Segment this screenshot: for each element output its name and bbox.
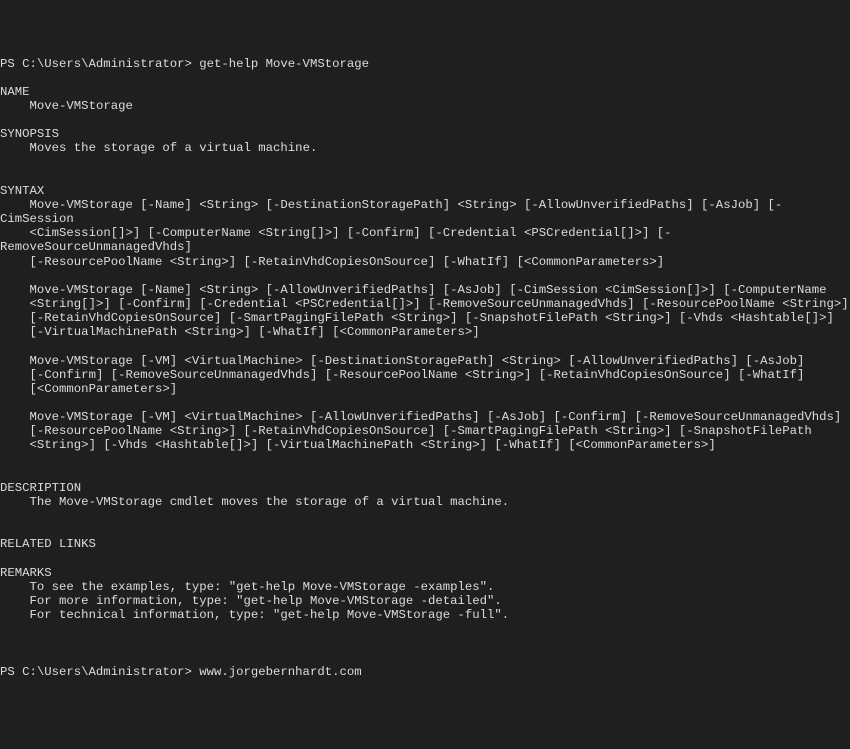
section-header-related-links: RELATED LINKS xyxy=(0,537,96,551)
remarks-line: For technical information, type: "get-he… xyxy=(0,608,509,622)
syntax-line: <String[]>] [-Confirm] [-Credential <PSC… xyxy=(0,297,849,311)
section-header-description: DESCRIPTION xyxy=(0,481,81,495)
syntax-line: Move-VMStorage [-VM] <VirtualMachine> [-… xyxy=(0,410,841,424)
description-value: The Move-VMStorage cmdlet moves the stor… xyxy=(0,495,509,509)
synopsis-value: Moves the storage of a virtual machine. xyxy=(0,141,317,155)
syntax-line: [-Confirm] [-RemoveSourceUnmanagedVhds] … xyxy=(0,368,804,382)
ps-prompt: PS C:\Users\Administrator> xyxy=(0,665,199,679)
section-header-synopsis: SYNOPSIS xyxy=(0,127,59,141)
syntax-line: <CimSession[]>] [-ComputerName <String[]… xyxy=(0,226,672,254)
name-value: Move-VMStorage xyxy=(0,99,133,113)
command-text: www.jorgebernhardt.com xyxy=(199,665,361,679)
syntax-line: [<CommonParameters>] xyxy=(0,382,177,396)
syntax-line: <String>] [-Vhds <Hashtable[]>] [-Virtua… xyxy=(0,438,716,452)
terminal-output[interactable]: PS C:\Users\Administrator> get-help Move… xyxy=(0,57,850,679)
section-header-name: NAME xyxy=(0,85,30,99)
section-header-syntax: SYNTAX xyxy=(0,184,44,198)
remarks-line: To see the examples, type: "get-help Mov… xyxy=(0,580,494,594)
syntax-line: [-VirtualMachinePath <String>] [-WhatIf]… xyxy=(0,325,480,339)
command-text: get-help Move-VMStorage xyxy=(199,57,369,71)
syntax-line: [-ResourcePoolName <String>] [-RetainVhd… xyxy=(0,255,664,269)
ps-prompt: PS C:\Users\Administrator> xyxy=(0,57,199,71)
section-header-remarks: REMARKS xyxy=(0,566,52,580)
syntax-line: Move-VMStorage [-Name] <String> [-AllowU… xyxy=(0,283,827,297)
syntax-line: [-ResourcePoolName <String>] [-RetainVhd… xyxy=(0,424,812,438)
syntax-line: [-RetainVhdCopiesOnSource] [-SmartPaging… xyxy=(0,311,834,325)
syntax-line: Move-VMStorage [-VM] <VirtualMachine> [-… xyxy=(0,354,804,368)
syntax-line: Move-VMStorage [-Name] <String> [-Destin… xyxy=(0,198,782,226)
